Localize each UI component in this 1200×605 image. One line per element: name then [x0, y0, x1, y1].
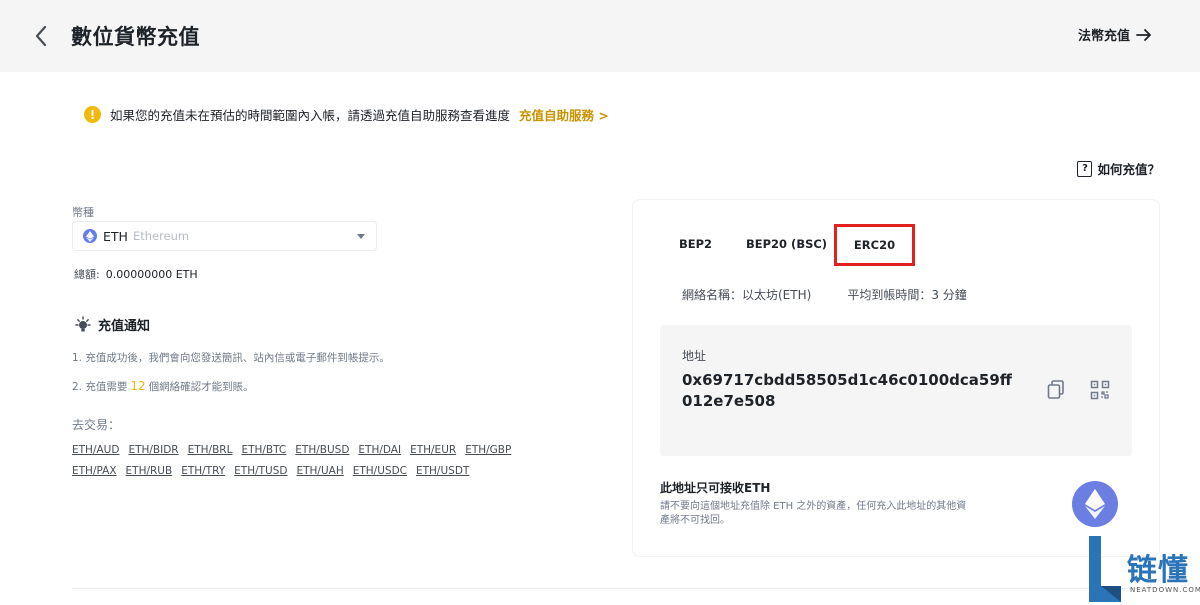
notification-line-2-prefix: 2. 充值需要 [72, 381, 128, 393]
arrow-right-icon [1136, 28, 1151, 41]
trade-pair-link[interactable]: ETH/TUSD [234, 465, 287, 477]
trade-pair-link[interactable]: ETH/BTC [241, 444, 286, 456]
trade-pairs-row-1: ETH/AUD ETH/BIDR ETH/BRL ETH/BTC ETH/BUS… [72, 444, 542, 456]
fiat-deposit-label: 法幣充值 [1077, 29, 1130, 44]
trade-pair-link[interactable]: ETH/BIDR [128, 444, 178, 456]
notice-text: 如果您的充值未在預估的時間範圍內入帳，請透過充值自助服務查看進度 [110, 108, 511, 123]
notification-line-2: 2. 充值需要 12 個網絡確認才能到賬。 [72, 379, 254, 394]
help-doc-icon: ? [1077, 160, 1093, 177]
average-arrival-time: 平均到帳時間：3 分鐘 [847, 288, 967, 302]
copy-icon[interactable] [1047, 380, 1065, 400]
watermark-subtext: NEATDOWN.COM [1130, 586, 1200, 594]
warning-icon: ! [84, 106, 101, 123]
back-arrow-icon[interactable] [30, 22, 54, 50]
network-info: 網絡名稱：以太坊(ETH) 平均到帳時間：3 分鐘 [682, 286, 967, 303]
page-header: 數位貨幣充值 法幣充值 [0, 0, 1200, 72]
fiat-deposit-link[interactable]: 法幣充值 [1078, 25, 1152, 44]
trade-pair-link[interactable]: ETH/BUSD [295, 444, 349, 456]
self-service-link[interactable]: 充值自助服務 > [519, 105, 609, 124]
notification-line-2-suffix: 個網絡確認才能到賬。 [148, 381, 254, 393]
page-title: 數位貨幣充值 [71, 25, 200, 49]
trade-pair-link[interactable]: ETH/RUB [126, 465, 173, 477]
bottom-divider [72, 588, 1160, 589]
coin-label: 幣種 [72, 206, 94, 219]
total-value: 0.00000000 ETH [105, 268, 198, 281]
trade-pair-link[interactable]: ETH/USDC [353, 465, 407, 477]
trade-label: 去交易： [72, 418, 121, 432]
deposit-address[interactable]: 0x69717cbdd58505d1c46c0100dca59ff012e7e5… [682, 370, 1012, 412]
trade-pair-link[interactable]: ETH/PAX [72, 465, 117, 477]
tab-bep2[interactable]: BEP2 [679, 237, 712, 251]
coin-name: Ethereum [132, 229, 190, 243]
address-label: 地址 [682, 349, 707, 363]
trade-pair-link[interactable]: ETH/USDT [416, 465, 469, 477]
coin-code: ETH [103, 228, 128, 244]
tab-erc20-label: ERC20 [853, 238, 896, 252]
eth-only-warning-text: 請不要向這個地址充值除 ETH 之外的資產，任何充入此地址的其他資產將不可找回。 [660, 501, 967, 526]
trade-pair-link[interactable]: ETH/BRL [188, 444, 233, 456]
trade-pair-link[interactable]: ETH/DAI [358, 444, 401, 456]
ethereum-logo-icon [1072, 481, 1118, 527]
network-name: 網絡名稱：以太坊(ETH) [682, 288, 812, 302]
trade-pair-link[interactable]: ETH/TRY [181, 465, 225, 477]
trade-pair-link[interactable]: ETH/EUR [410, 444, 456, 456]
coin-select[interactable]: ETH Ethereum [72, 221, 377, 251]
watermark-text: 链懂 [1127, 553, 1189, 588]
deposit-notification-heading: 充值通知 [74, 315, 150, 334]
tab-bep20-bsc[interactable]: BEP20 (BSC) [746, 237, 827, 251]
trade-pair-link[interactable]: ETH/UAH [296, 465, 343, 477]
eth-icon [83, 229, 97, 243]
how-to-deposit-link[interactable]: ? 如何充值？ [1077, 159, 1160, 178]
trade-pair-link[interactable]: ETH/GBP [465, 444, 511, 456]
lightbulb-icon [75, 315, 91, 331]
notification-line-1: 1. 充值成功後，我們會向您發送簡訊、站內信或電子郵件到帳提示。 [72, 352, 390, 364]
total-balance: 總額: 0.00000000 ETH [74, 266, 198, 282]
trade-pairs-row-2: ETH/PAX ETH/RUB ETH/TRY ETH/TUSD ETH/UAH… [72, 465, 542, 477]
total-label: 總額: [74, 268, 100, 281]
confirmation-count: 12 [130, 379, 146, 393]
eth-only-warning-title: 此地址只可接收ETH [660, 481, 771, 495]
how-to-deposit-label: 如何充值？ [1097, 162, 1160, 177]
tab-erc20[interactable]: ERC20 [834, 224, 915, 266]
watermark-logo [1089, 536, 1121, 602]
notification-title: 充值通知 [98, 319, 151, 334]
caret-down-icon [357, 234, 365, 239]
trade-pair-link[interactable]: ETH/AUD [72, 444, 119, 456]
deposit-notice: ! 如果您的充值未在預估的時間範圍內入帳，請透過充值自助服務查看進度 充值自助服… [84, 105, 609, 124]
qr-code-icon[interactable] [1090, 380, 1110, 400]
